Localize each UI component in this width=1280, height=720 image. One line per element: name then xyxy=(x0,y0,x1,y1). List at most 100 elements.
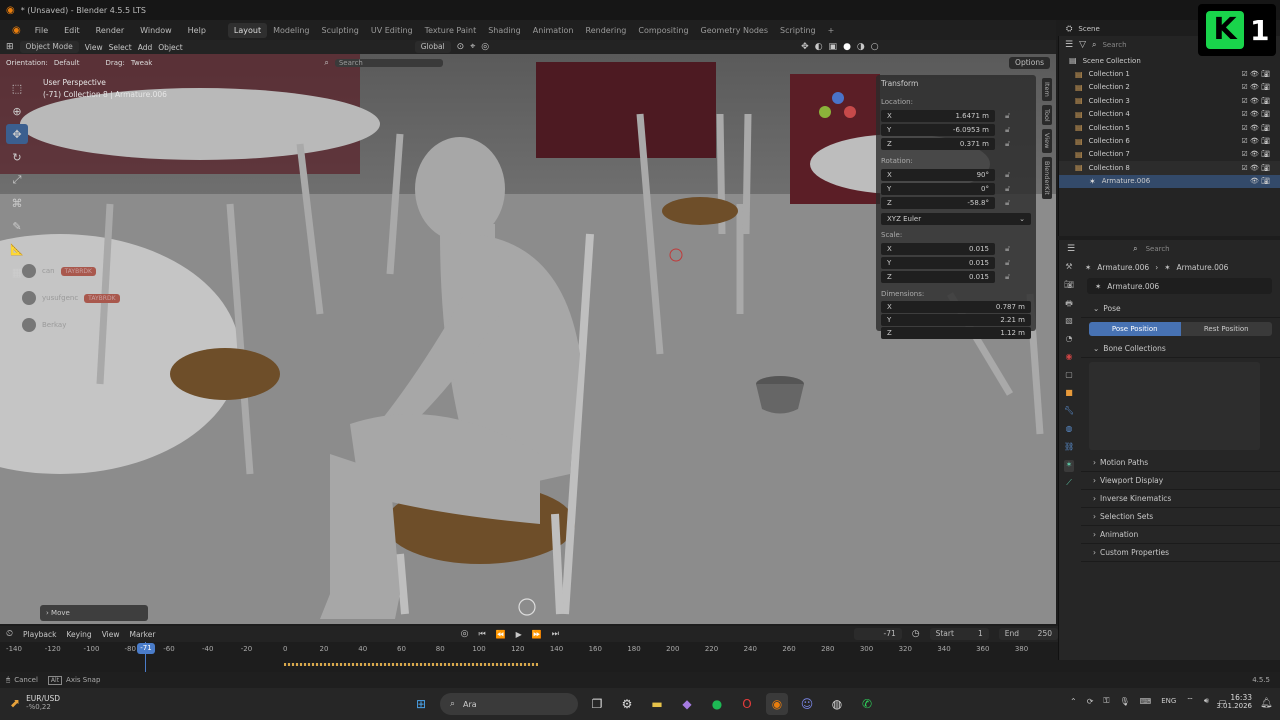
tab-item[interactable]: Item xyxy=(1042,78,1052,101)
move-tool-icon[interactable]: ✥ xyxy=(6,124,28,144)
task-view-icon[interactable]: ❐ xyxy=(586,693,608,715)
editor-type-icon[interactable]: ☰ xyxy=(1067,244,1075,254)
list-item[interactable]: ▤ Collection 1 ☑ 👁︎ 📷︎ xyxy=(1059,67,1280,80)
start-frame-field[interactable]: Start 1 xyxy=(929,628,989,640)
view-menu[interactable]: View xyxy=(85,43,103,52)
shading-rendered-icon[interactable]: ○ xyxy=(871,42,879,52)
visibility-toggles[interactable]: ☑ 👁︎ 📷︎ xyxy=(1242,97,1271,105)
scale-z-field[interactable]: Z 0.015 xyxy=(881,271,995,283)
tab-sculpting[interactable]: Sculpting xyxy=(316,26,365,35)
tab-tool[interactable]: Tool xyxy=(1042,104,1052,126)
render-tab-icon[interactable]: 📷︎ xyxy=(1064,280,1074,292)
editor-type-icon[interactable]: ☰ xyxy=(1065,40,1073,50)
menu-help[interactable]: Help xyxy=(180,26,214,35)
tab-rendering[interactable]: Rendering xyxy=(580,26,633,35)
annotate-tool-icon[interactable]: ✎ xyxy=(6,216,28,236)
transform-tool-icon[interactable]: ⌘ xyxy=(6,193,28,213)
list-item-armature[interactable]: ✶ Armature.006 👁︎ 📷︎ xyxy=(1059,174,1280,188)
viewport-search-input[interactable]: Search xyxy=(334,59,443,67)
gizmo-icon[interactable]: ✥ xyxy=(801,42,809,52)
tab-view[interactable]: View xyxy=(1042,129,1052,153)
bone-collections-list[interactable] xyxy=(1089,362,1260,450)
record-icon[interactable]: ◎ xyxy=(461,629,469,639)
microphone-icon[interactable]: 🎙︎ xyxy=(1120,697,1130,706)
rotation-y-field[interactable]: Y 0° xyxy=(881,183,995,195)
list-item[interactable]: ▤ Collection 5 ☑ 👁︎ 📷︎ xyxy=(1059,121,1280,134)
scene-collection[interactable]: ▤ Scene Collection xyxy=(1059,54,1280,67)
editor-type-icon[interactable]: ⊞ xyxy=(6,42,14,52)
modifier-tab-icon[interactable]: 🔧︎ xyxy=(1064,406,1074,418)
outliner-search-input[interactable]: Search xyxy=(1102,41,1126,49)
chevron-up-icon[interactable]: ⌃ xyxy=(1070,697,1077,706)
editor-type-icon[interactable]: ⏲ xyxy=(6,629,13,639)
overlay-icon[interactable]: ◐ xyxy=(815,42,823,52)
notification-bell-icon[interactable]: 🔔︎ xyxy=(1260,698,1273,709)
bone-tab-icon[interactable]: ⟋ xyxy=(1064,478,1074,490)
shading-solid-icon[interactable]: ● xyxy=(843,42,851,52)
object-menu[interactable]: Object xyxy=(158,43,182,52)
visibility-toggles[interactable]: ☑ 👁︎ 📷︎ xyxy=(1242,150,1271,158)
shading-material-icon[interactable]: ◑ xyxy=(857,42,865,52)
list-item[interactable]: ▤ Collection 3 ☑ 👁︎ 📷︎ xyxy=(1059,94,1280,107)
steam-icon[interactable]: ◍ xyxy=(826,693,848,715)
visibility-toggles[interactable]: ☑ 👁︎ 📷︎ xyxy=(1242,164,1271,172)
marker-menu[interactable]: Marker xyxy=(130,630,156,639)
cursor-tool-icon[interactable]: ⊕ xyxy=(6,101,28,121)
visibility-toggles[interactable]: ☑ 👁︎ 📷︎ xyxy=(1242,70,1271,78)
jump-start-icon[interactable]: ⏮ xyxy=(478,629,485,639)
output-tab-icon[interactable]: 🖶 xyxy=(1064,298,1074,310)
scene-tab-icon[interactable]: ◔ xyxy=(1064,334,1074,346)
tab-animation[interactable]: Animation xyxy=(527,26,580,35)
tab-layout[interactable]: Layout xyxy=(227,22,268,38)
play-icon[interactable]: ▶ xyxy=(516,630,522,639)
list-item[interactable]: ▤ Collection 4 ☑ 👁︎ 📷︎ xyxy=(1059,108,1280,121)
measure-tool-icon[interactable]: 📐 xyxy=(6,239,28,259)
file-explorer-icon[interactable]: ▬ xyxy=(646,693,668,715)
visibility-toggles[interactable]: 👁︎ 📷︎ xyxy=(1250,177,1270,185)
location-z-field[interactable]: Z 0.371 m xyxy=(881,138,995,150)
collection-tab-icon[interactable]: ▢ xyxy=(1064,370,1074,382)
xray-icon[interactable]: ▣ xyxy=(829,42,838,52)
dimensions-x-field[interactable]: X 0.787 m xyxy=(881,301,1031,313)
proportional-edit-icon[interactable]: ◎ xyxy=(481,42,489,52)
pose-section[interactable]: ⌄ Pose xyxy=(1081,300,1280,318)
lock-icon[interactable]: 🔓︎ xyxy=(1005,184,1010,194)
selection-sets-section[interactable]: › Selection Sets xyxy=(1081,508,1280,526)
settings-icon[interactable]: ⚙ xyxy=(616,693,638,715)
keyboard-icon[interactable]: ⌨ xyxy=(1140,697,1152,706)
constraints-tab-icon[interactable]: ⛓︎ xyxy=(1064,442,1074,454)
list-item[interactable]: ▤ Collection 6 ☑ 👁︎ 📷︎ xyxy=(1059,134,1280,147)
discord-icon[interactable]: ☺ xyxy=(796,693,818,715)
list-item[interactable]: ▤ Collection 7 ☑ 👁︎ 📷︎ xyxy=(1059,148,1280,161)
pivot-icon[interactable]: ⊙ xyxy=(457,42,465,52)
scale-y-field[interactable]: Y 0.015 xyxy=(881,257,995,269)
blender-app-icon[interactable]: ◉ xyxy=(766,693,788,715)
motion-paths-section[interactable]: › Motion Paths xyxy=(1081,454,1280,472)
dimensions-z-field[interactable]: Z 1.12 m xyxy=(881,327,1031,339)
lock-icon[interactable]: 🔓︎ xyxy=(1005,139,1010,149)
drag-dropdown[interactable]: Tweak xyxy=(131,59,153,67)
select-menu[interactable]: Select xyxy=(109,43,132,52)
lock-icon[interactable]: 🔓︎ xyxy=(1005,198,1010,208)
playhead-label[interactable]: -71 xyxy=(137,643,155,654)
object-tab-icon[interactable]: ■ xyxy=(1064,388,1074,400)
lock-icon[interactable]: 🔓︎ xyxy=(1005,170,1010,180)
opera-icon[interactable]: O xyxy=(736,693,758,715)
rotation-x-field[interactable]: X 90° xyxy=(881,169,995,181)
current-frame-field[interactable]: -71 xyxy=(854,628,902,640)
taskbar-search[interactable]: ⌕ Ara xyxy=(440,693,578,715)
menu-edit[interactable]: Edit xyxy=(56,26,88,35)
visibility-toggles[interactable]: ☑ 👁︎ 📷︎ xyxy=(1242,137,1271,145)
lock-icon[interactable]: 🔓︎ xyxy=(1005,111,1010,121)
menu-render[interactable]: Render xyxy=(88,26,132,35)
lock-icon[interactable]: 🔓︎ xyxy=(1005,258,1010,268)
tab-uv-editing[interactable]: UV Editing xyxy=(365,26,419,35)
world-tab-icon[interactable]: ◉ xyxy=(1064,352,1074,364)
whatsapp-icon[interactable]: ✆ xyxy=(856,693,878,715)
list-item[interactable]: ▤ Collection 8 ☑ 👁︎ 📷︎ xyxy=(1059,161,1280,175)
windows-start-icon[interactable]: ⊞ xyxy=(410,693,432,715)
scene-selector[interactable]: ⛭ Scene xyxy=(1058,22,1198,36)
filter-icon[interactable]: ▽ xyxy=(1079,40,1086,50)
next-keyframe-icon[interactable]: ⏩ xyxy=(532,630,542,639)
rotate-tool-icon[interactable]: ↻ xyxy=(6,147,28,167)
